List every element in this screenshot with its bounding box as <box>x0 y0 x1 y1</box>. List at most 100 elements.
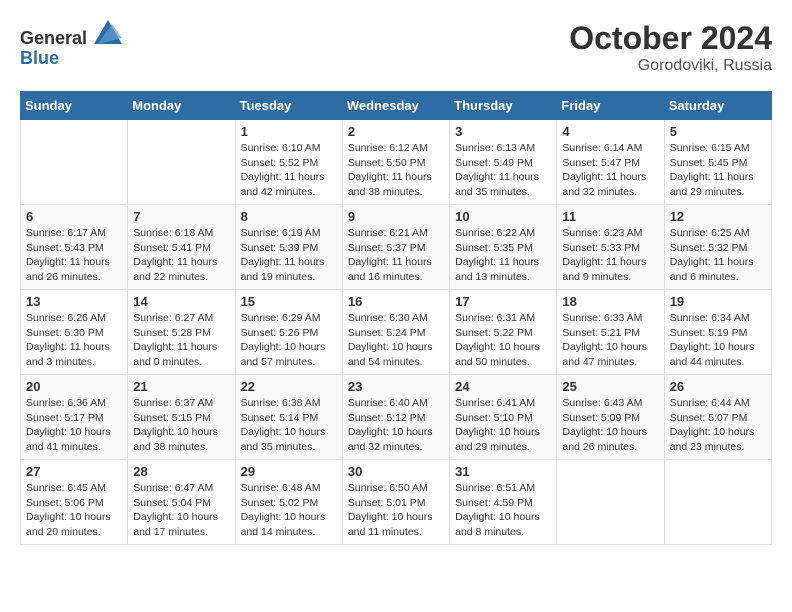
day-cell: 23 Sunrise: 6:40 AMSunset: 5:12 PMDayligh… <box>342 375 449 460</box>
day-cell: 3 Sunrise: 6:13 AMSunset: 5:49 PMDaylight… <box>450 120 557 205</box>
day-number: 17 <box>455 294 551 309</box>
day-info: Sunrise: 6:33 AMSunset: 5:21 PMDaylight:… <box>562 311 658 370</box>
day-info: Sunrise: 6:50 AMSunset: 5:01 PMDaylight:… <box>348 481 444 540</box>
day-cell: 14Sunrise: 6:27 AMSunset: 5:28 PMDayligh… <box>128 290 235 375</box>
day-number: 10 <box>455 209 551 224</box>
day-cell: 21 Sunrise: 6:37 AMSunset: 5:15 PMDayligh… <box>128 375 235 460</box>
calendar-table: SundayMondayTuesdayWednesdayThursdayFrid… <box>20 91 772 545</box>
logo-general: General <box>20 28 87 48</box>
week-row-5: 27 Sunrise: 6:45 AMSunset: 5:06 PMDayligh… <box>21 460 772 545</box>
month-title: October 2024 <box>569 20 772 57</box>
week-row-3: 13Sunrise: 6:26 AMSunset: 5:30 PMDayligh… <box>21 290 772 375</box>
day-number: 7 <box>133 209 229 224</box>
day-cell <box>21 120 128 205</box>
day-cell: 17 Sunrise: 6:31 AMSunset: 5:22 PMDayligh… <box>450 290 557 375</box>
day-number: 29 <box>241 464 337 479</box>
day-number: 20 <box>26 379 122 394</box>
day-cell: 10 Sunrise: 6:22 AMSunset: 5:35 PMDayligh… <box>450 205 557 290</box>
header-day-wednesday: Wednesday <box>342 92 449 120</box>
location-title: Gorodoviki, Russia <box>569 57 772 75</box>
day-cell: 19 Sunrise: 6:34 AMSunset: 5:19 PMDayligh… <box>664 290 771 375</box>
day-info: Sunrise: 6:15 AMSunset: 5:45 PMDaylight:… <box>670 141 766 200</box>
day-number: 18 <box>562 294 658 309</box>
day-number: 30 <box>348 464 444 479</box>
day-number: 4 <box>562 124 658 139</box>
day-number: 9 <box>348 209 444 224</box>
day-cell <box>128 120 235 205</box>
day-cell: 15 Sunrise: 6:29 AMSunset: 5:26 PMDayligh… <box>235 290 342 375</box>
day-number: 5 <box>670 124 766 139</box>
day-info: Sunrise: 6:10 AMSunset: 5:52 PMDaylight:… <box>241 141 337 200</box>
header-day-thursday: Thursday <box>450 92 557 120</box>
day-info: Sunrise: 6:37 AMSunset: 5:15 PMDaylight:… <box>133 396 229 455</box>
day-number: 14 <box>133 294 229 309</box>
day-info: Sunrise: 6:36 AMSunset: 5:17 PMDaylight:… <box>26 396 122 455</box>
day-info: Sunrise: 6:13 AMSunset: 5:49 PMDaylight:… <box>455 141 551 200</box>
day-cell: 31Sunrise: 6:51 AMSunset: 4:59 PMDayligh… <box>450 460 557 545</box>
day-cell: 20 Sunrise: 6:36 AMSunset: 5:17 PMDayligh… <box>21 375 128 460</box>
day-info: Sunrise: 6:40 AMSunset: 5:12 PMDaylight:… <box>348 396 444 455</box>
day-number: 25 <box>562 379 658 394</box>
day-info: Sunrise: 6:30 AMSunset: 5:24 PMDaylight:… <box>348 311 444 370</box>
day-number: 27 <box>26 464 122 479</box>
day-number: 19 <box>670 294 766 309</box>
day-cell: 30 Sunrise: 6:50 AMSunset: 5:01 PMDayligh… <box>342 460 449 545</box>
day-cell: 28 Sunrise: 6:47 AMSunset: 5:04 PMDayligh… <box>128 460 235 545</box>
day-info: Sunrise: 6:47 AMSunset: 5:04 PMDaylight:… <box>133 481 229 540</box>
week-row-1: 1 Sunrise: 6:10 AMSunset: 5:52 PMDaylight… <box>21 120 772 205</box>
logo: General Blue <box>20 20 122 69</box>
day-cell <box>664 460 771 545</box>
day-cell: 16 Sunrise: 6:30 AMSunset: 5:24 PMDayligh… <box>342 290 449 375</box>
logo-icon <box>94 20 122 44</box>
day-info: Sunrise: 6:34 AMSunset: 5:19 PMDaylight:… <box>670 311 766 370</box>
day-cell: 7 Sunrise: 6:18 AMSunset: 5:41 PMDaylight… <box>128 205 235 290</box>
day-info: Sunrise: 6:22 AMSunset: 5:35 PMDaylight:… <box>455 226 551 285</box>
day-cell: 24Sunrise: 6:41 AMSunset: 5:10 PMDayligh… <box>450 375 557 460</box>
day-cell: 25 Sunrise: 6:43 AMSunset: 5:09 PMDayligh… <box>557 375 664 460</box>
day-info: Sunrise: 6:44 AMSunset: 5:07 PMDaylight:… <box>670 396 766 455</box>
day-number: 21 <box>133 379 229 394</box>
title-block: October 2024 Gorodoviki, Russia <box>569 20 772 75</box>
day-cell: 5 Sunrise: 6:15 AMSunset: 5:45 PMDaylight… <box>664 120 771 205</box>
day-cell <box>557 460 664 545</box>
day-number: 28 <box>133 464 229 479</box>
day-cell: 1 Sunrise: 6:10 AMSunset: 5:52 PMDaylight… <box>235 120 342 205</box>
day-info: Sunrise: 6:31 AMSunset: 5:22 PMDaylight:… <box>455 311 551 370</box>
day-number: 1 <box>241 124 337 139</box>
day-cell: 11Sunrise: 6:23 AMSunset: 5:33 PMDayligh… <box>557 205 664 290</box>
day-info: Sunrise: 6:12 AMSunset: 5:50 PMDaylight:… <box>348 141 444 200</box>
week-row-4: 20 Sunrise: 6:36 AMSunset: 5:17 PMDayligh… <box>21 375 772 460</box>
day-cell: 12 Sunrise: 6:25 AMSunset: 5:32 PMDayligh… <box>664 205 771 290</box>
day-info: Sunrise: 6:38 AMSunset: 5:14 PMDaylight:… <box>241 396 337 455</box>
day-number: 6 <box>26 209 122 224</box>
calendar-header: SundayMondayTuesdayWednesdayThursdayFrid… <box>21 92 772 120</box>
header-day-saturday: Saturday <box>664 92 771 120</box>
day-cell: 8 Sunrise: 6:19 AMSunset: 5:39 PMDaylight… <box>235 205 342 290</box>
day-info: Sunrise: 6:25 AMSunset: 5:32 PMDaylight:… <box>670 226 766 285</box>
day-number: 3 <box>455 124 551 139</box>
day-info: Sunrise: 6:45 AMSunset: 5:06 PMDaylight:… <box>26 481 122 540</box>
logo-text: General Blue <box>20 20 122 69</box>
header-day-friday: Friday <box>557 92 664 120</box>
calendar-body: 1 Sunrise: 6:10 AMSunset: 5:52 PMDaylight… <box>21 120 772 545</box>
day-number: 16 <box>348 294 444 309</box>
day-number: 15 <box>241 294 337 309</box>
day-number: 8 <box>241 209 337 224</box>
day-cell: 4Sunrise: 6:14 AMSunset: 5:47 PMDaylight… <box>557 120 664 205</box>
page-header: General Blue October 2024 Gorodoviki, Ru… <box>20 20 772 75</box>
day-cell: 6Sunrise: 6:17 AMSunset: 5:43 PMDaylight… <box>21 205 128 290</box>
day-number: 23 <box>348 379 444 394</box>
day-cell: 18 Sunrise: 6:33 AMSunset: 5:21 PMDayligh… <box>557 290 664 375</box>
day-number: 24 <box>455 379 551 394</box>
day-info: Sunrise: 6:18 AMSunset: 5:41 PMDaylight:… <box>133 226 229 285</box>
logo-blue: Blue <box>20 48 59 68</box>
day-number: 12 <box>670 209 766 224</box>
day-info: Sunrise: 6:43 AMSunset: 5:09 PMDaylight:… <box>562 396 658 455</box>
day-info: Sunrise: 6:19 AMSunset: 5:39 PMDaylight:… <box>241 226 337 285</box>
day-cell: 22Sunrise: 6:38 AMSunset: 5:14 PMDayligh… <box>235 375 342 460</box>
day-info: Sunrise: 6:29 AMSunset: 5:26 PMDaylight:… <box>241 311 337 370</box>
day-info: Sunrise: 6:48 AMSunset: 5:02 PMDaylight:… <box>241 481 337 540</box>
day-number: 2 <box>348 124 444 139</box>
header-day-monday: Monday <box>128 92 235 120</box>
day-cell: 26Sunrise: 6:44 AMSunset: 5:07 PMDayligh… <box>664 375 771 460</box>
